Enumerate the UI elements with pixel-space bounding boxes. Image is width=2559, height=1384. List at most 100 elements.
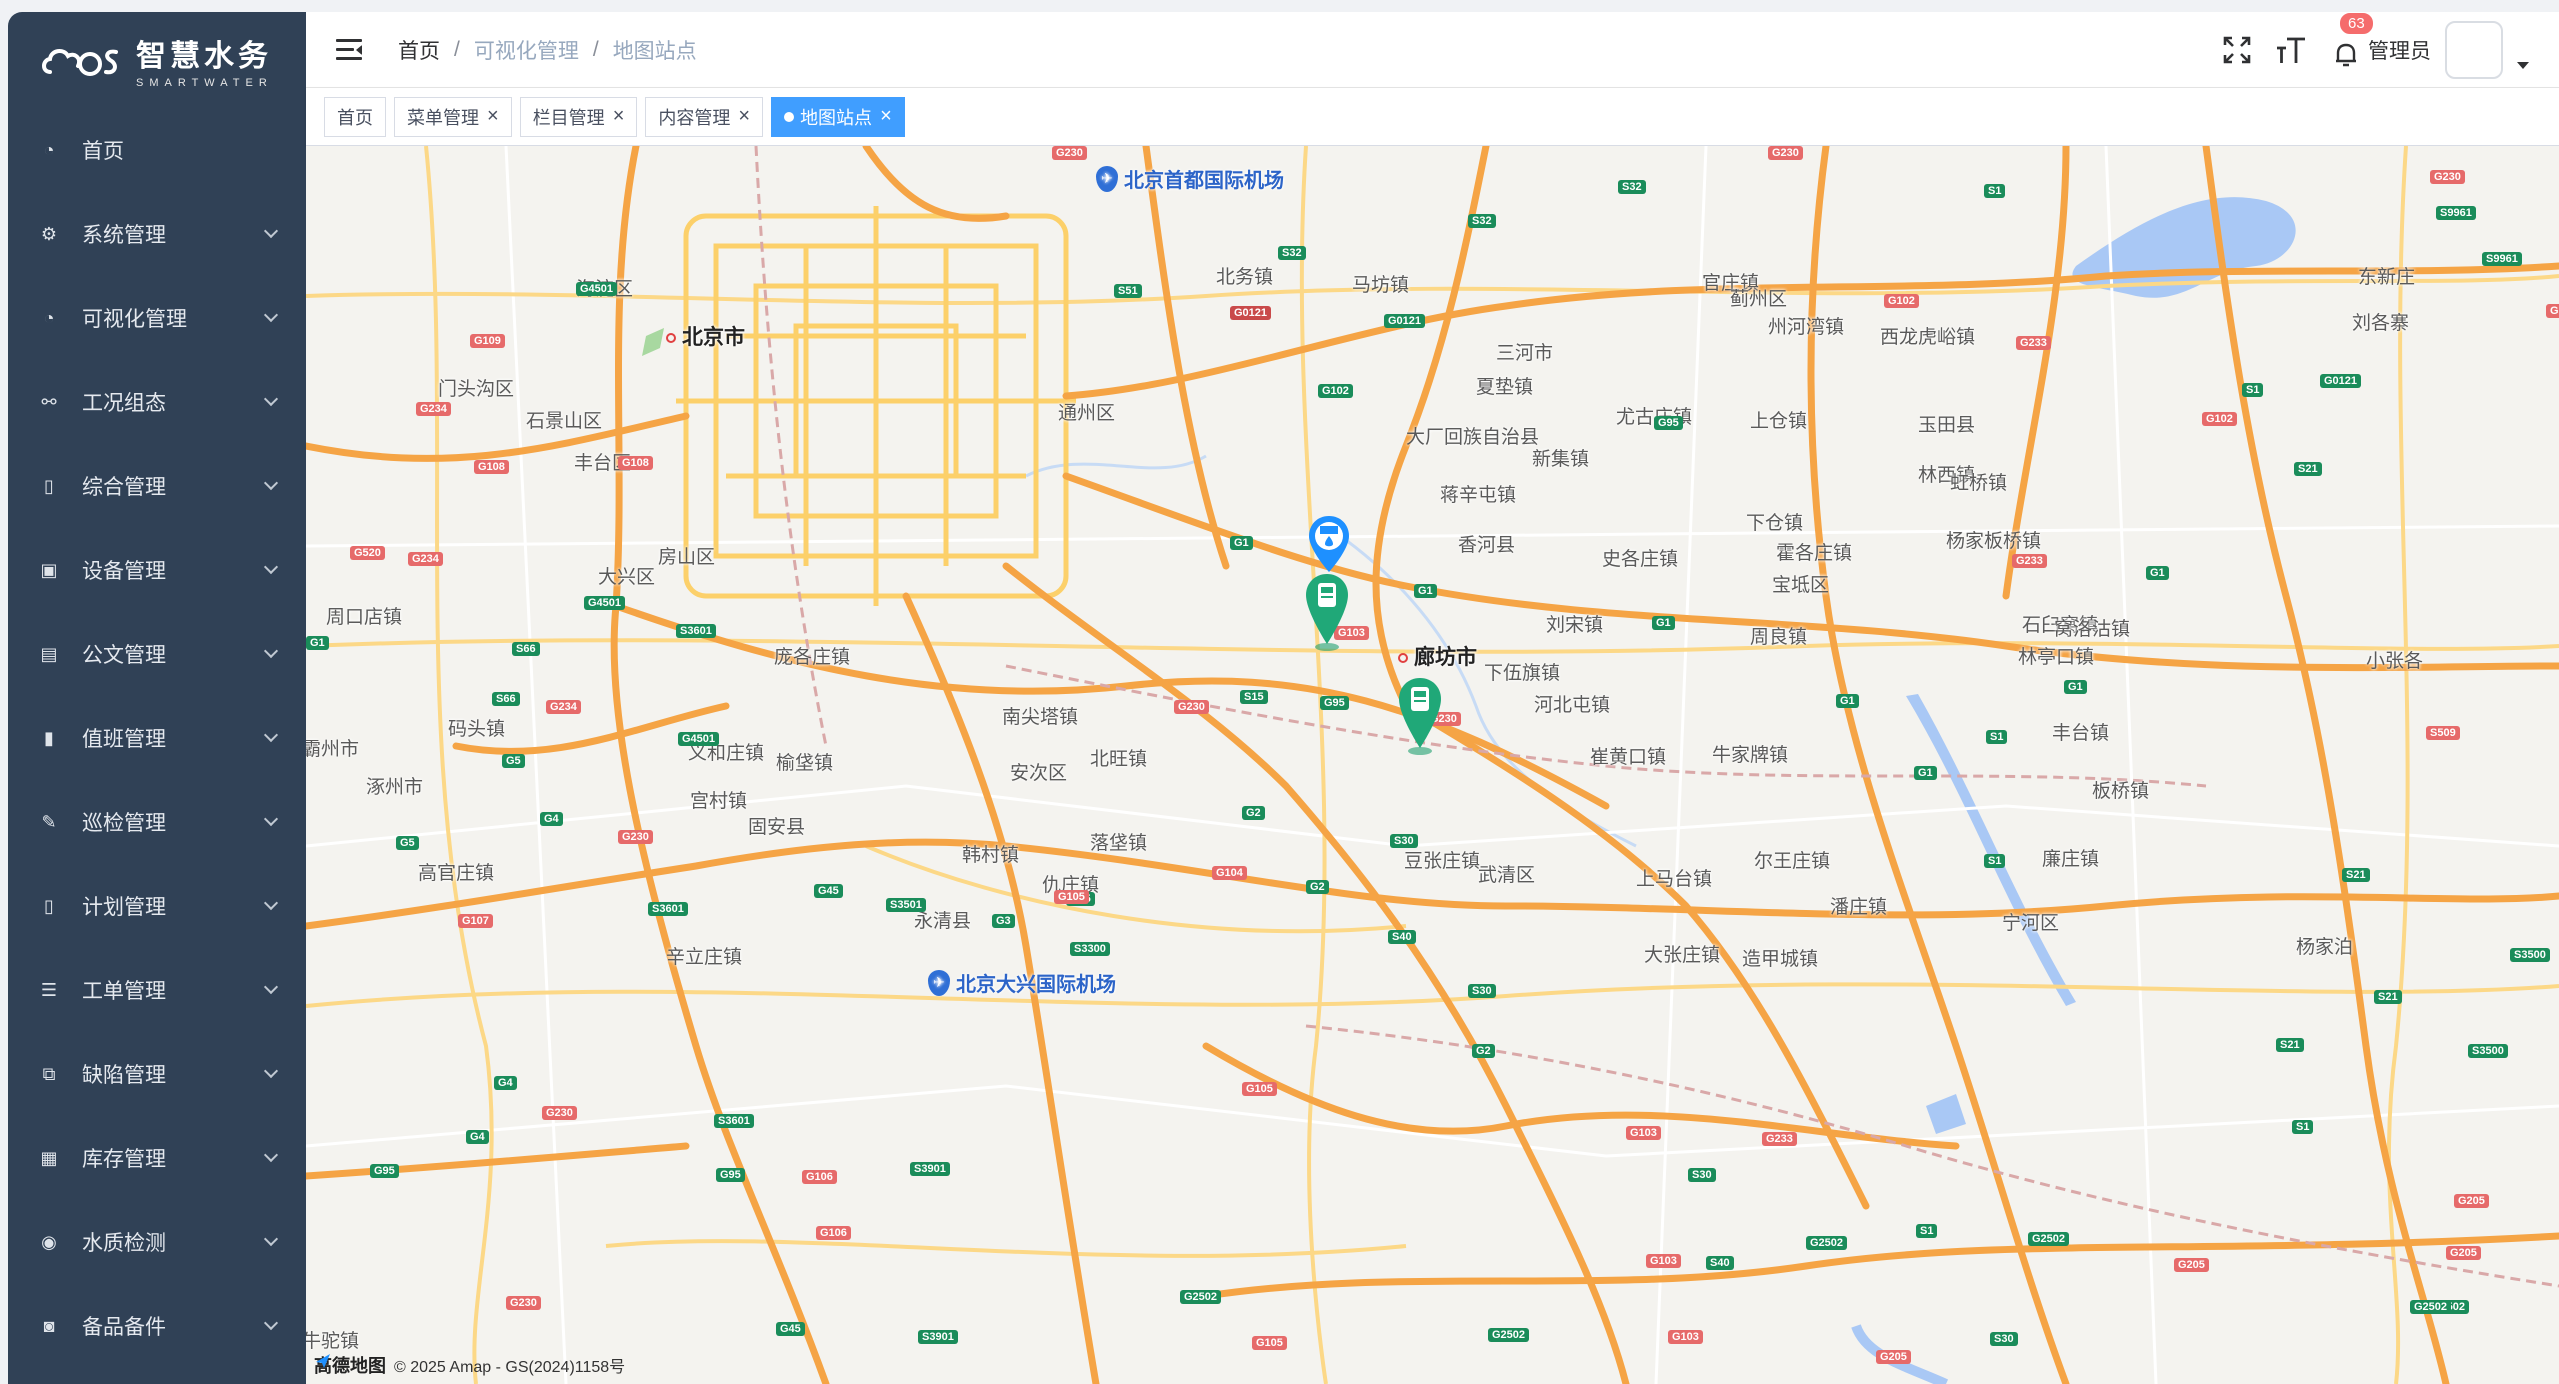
road-shield: G230 — [506, 1296, 541, 1310]
map-place-label: 蒋辛屯镇 — [1440, 485, 1517, 506]
chevron-down-icon — [263, 1147, 279, 1163]
map-view[interactable]: 北京市廊坊市海淀区门头沟区石景山区丰台区通州区大兴区房山区周口店镇庞各庄镇码头镇… — [306, 146, 2559, 1384]
road-shield: G2502 — [1488, 1328, 1530, 1342]
sidebar-item[interactable]: ⧉ 缺陷管理 — [8, 1032, 306, 1116]
tag-item[interactable]: 首页 — [324, 96, 386, 137]
sidebar-item[interactable]: ◉ 水质检测 — [8, 1200, 306, 1284]
sidebar-item[interactable]: ☰ 工单管理 — [8, 948, 306, 1032]
road-shield: G0121 — [1384, 314, 1426, 328]
top-navbar: 首页 / 可视化管理 / 地图站点 63 管理员 — [306, 12, 2559, 88]
breadcrumb-visualization[interactable]: 可视化管理 — [474, 35, 579, 65]
gear-icon: ⚙ — [40, 223, 58, 244]
road-shield: S3901 — [910, 1162, 950, 1176]
close-icon[interactable]: × — [738, 105, 750, 128]
table-icon: ▦ — [40, 1147, 58, 1168]
sidebar-item[interactable]: ▯ 综合管理 — [8, 444, 306, 528]
road-shield: G230 — [1174, 700, 1209, 714]
water-quality-icon: ◉ — [41, 1231, 57, 1252]
menu-toggle-icon[interactable] — [336, 38, 362, 61]
airport-label[interactable]: ✈ 北京大兴国际机场 — [928, 968, 1116, 997]
puzzle-icon: ⧉ — [42, 1063, 56, 1084]
fullscreen-icon[interactable] — [2220, 33, 2254, 67]
map-place-label: 造甲城镇 — [1742, 949, 1819, 970]
document-icon: ▤ — [40, 643, 58, 664]
road-shield: S1 — [1916, 1224, 1938, 1238]
tag-item[interactable]: 地图站点 × — [771, 96, 905, 137]
breadcrumb-map-stations: 地图站点 — [612, 39, 697, 63]
close-icon[interactable]: × — [880, 105, 892, 128]
map-place-label: 上仓镇 — [1750, 411, 1808, 432]
road-shield: G102 — [2202, 412, 2237, 426]
sidebar-item-label: 值班管理 — [82, 728, 166, 751]
road-shield: G1 — [1652, 616, 1675, 630]
city-dot-icon — [666, 333, 676, 344]
chevron-down-icon — [263, 811, 279, 827]
map-place-label: 南尖塔镇 — [1002, 707, 1079, 728]
map-place-label: 豆张庄镇 — [1404, 851, 1481, 872]
sidebar-item[interactable]: ▦ 库存管理 — [8, 1116, 306, 1200]
map-place-label: 大张庄镇 — [1644, 945, 1721, 966]
username[interactable]: 管理员 — [2368, 35, 2431, 65]
road-shield: G106 — [802, 1170, 837, 1184]
road-shield: S3601 — [676, 624, 716, 638]
road-shield: G234 — [408, 552, 443, 566]
road-shield: G0121 — [2320, 374, 2362, 388]
road-shield: G520 — [350, 546, 385, 560]
tag-item[interactable]: 栏目管理 × — [519, 96, 638, 137]
sidebar-item[interactable]: ▤ 公文管理 — [8, 612, 306, 696]
map-place-label: 小张各 — [2366, 651, 2424, 672]
road-shield: S3601 — [714, 1114, 754, 1128]
avatar[interactable] — [2445, 21, 2503, 79]
breadcrumb-home[interactable]: 首页 — [398, 35, 440, 65]
close-icon[interactable]: × — [487, 105, 499, 128]
chevron-down-icon — [263, 223, 279, 239]
road-shield: G5 — [396, 836, 419, 850]
road-shield: G107 — [458, 914, 493, 928]
book-icon: ▯ — [44, 895, 54, 916]
sidebar-item-label: 设备管理 — [82, 560, 166, 583]
road-shield: G2 — [1242, 806, 1265, 820]
brand-logo[interactable]: 智慧水务 SMARTWATER — [8, 12, 306, 108]
amap-logo[interactable]: 高德地图 — [314, 1352, 386, 1378]
close-icon[interactable]: × — [613, 105, 625, 128]
chevron-down-icon — [263, 1315, 279, 1331]
sidebar-item[interactable]: ⚙ 系统管理 — [8, 192, 306, 276]
notification-button[interactable]: 63 — [2332, 12, 2375, 67]
map-place-label: 虹桥镇 — [1950, 473, 2008, 494]
road-shield: S30 — [1390, 834, 1418, 848]
sidebar-item-label: 系统管理 — [82, 224, 166, 247]
sidebar-item[interactable]: ⚯ 工况组态 — [8, 360, 306, 444]
caret-down-icon[interactable] — [2517, 61, 2529, 69]
road-shield: G45 — [814, 884, 843, 898]
map-place-label: 宝坻区 — [1772, 575, 1830, 596]
road-shield: G105 — [1252, 1336, 1287, 1350]
chevron-down-icon — [263, 307, 279, 323]
map-place-label: 窝洛沽镇 — [2054, 619, 2131, 640]
map-place-label: 三河市 — [1496, 343, 1554, 364]
tag-item[interactable]: 菜单管理 × — [394, 96, 512, 137]
road-shield: G45 — [776, 1322, 805, 1336]
sidebar-item[interactable]: ▯ 计划管理 — [8, 864, 306, 948]
sidebar-item[interactable]: ✎ 巡检管理 — [8, 780, 306, 864]
road-shield: S32 — [1278, 246, 1306, 260]
font-size-icon[interactable] — [2274, 33, 2308, 67]
map-place-label: 廉庄镇 — [2042, 849, 2100, 870]
map-place-label: 韩村镇 — [962, 845, 1020, 866]
road-shield: S3300 — [1070, 942, 1110, 956]
map-place-label: 武清区 — [1478, 865, 1536, 886]
brand-logo-icon — [40, 38, 124, 82]
brand-subtitle: SMARTWATER — [136, 77, 273, 89]
sidebar-item[interactable]: ▣ 设备管理 — [8, 528, 306, 612]
road-shield: G109 — [470, 334, 505, 348]
tag-item[interactable]: 内容管理 × — [645, 96, 764, 137]
road-shield: G1 — [306, 636, 329, 650]
sidebar-item[interactable]: ◙ 备品备件 — [8, 1284, 306, 1368]
map-place-label: 马坊镇 — [1352, 275, 1410, 296]
sidebar-item[interactable]: ▮ 值班管理 — [8, 696, 306, 780]
sidebar-item[interactable]: ◔ 首页 — [8, 108, 306, 192]
sidebar-item[interactable]: ◔ 可视化管理 — [8, 276, 306, 360]
map-place-label: 丰台镇 — [2052, 723, 2110, 744]
chevron-down-icon — [263, 643, 279, 659]
road-shield: S9961 — [2436, 206, 2476, 220]
airport-label[interactable]: ✈ 北京首都国际机场 — [1096, 164, 1284, 193]
